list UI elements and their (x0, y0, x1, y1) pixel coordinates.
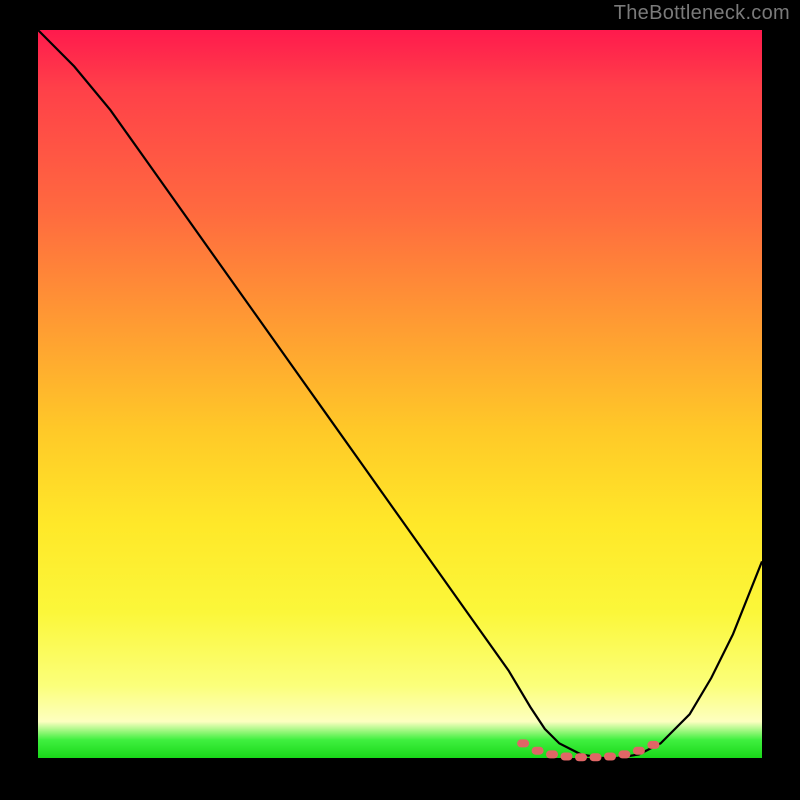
chart-frame: TheBottleneck.com (0, 0, 800, 800)
basin-marker (590, 753, 602, 761)
optimal-range-markers (517, 739, 659, 761)
basin-marker (546, 750, 558, 758)
basin-marker (604, 753, 616, 761)
basin-marker (647, 741, 659, 749)
basin-marker (633, 747, 645, 755)
chart-plot-area (38, 30, 762, 758)
bottleneck-curve-path (38, 30, 762, 758)
attribution-text: TheBottleneck.com (614, 2, 790, 25)
basin-marker (575, 753, 587, 761)
basin-marker (618, 750, 630, 758)
basin-marker (532, 747, 544, 755)
basin-marker (561, 753, 573, 761)
bottleneck-curve-svg (38, 30, 762, 758)
basin-marker (517, 739, 529, 747)
